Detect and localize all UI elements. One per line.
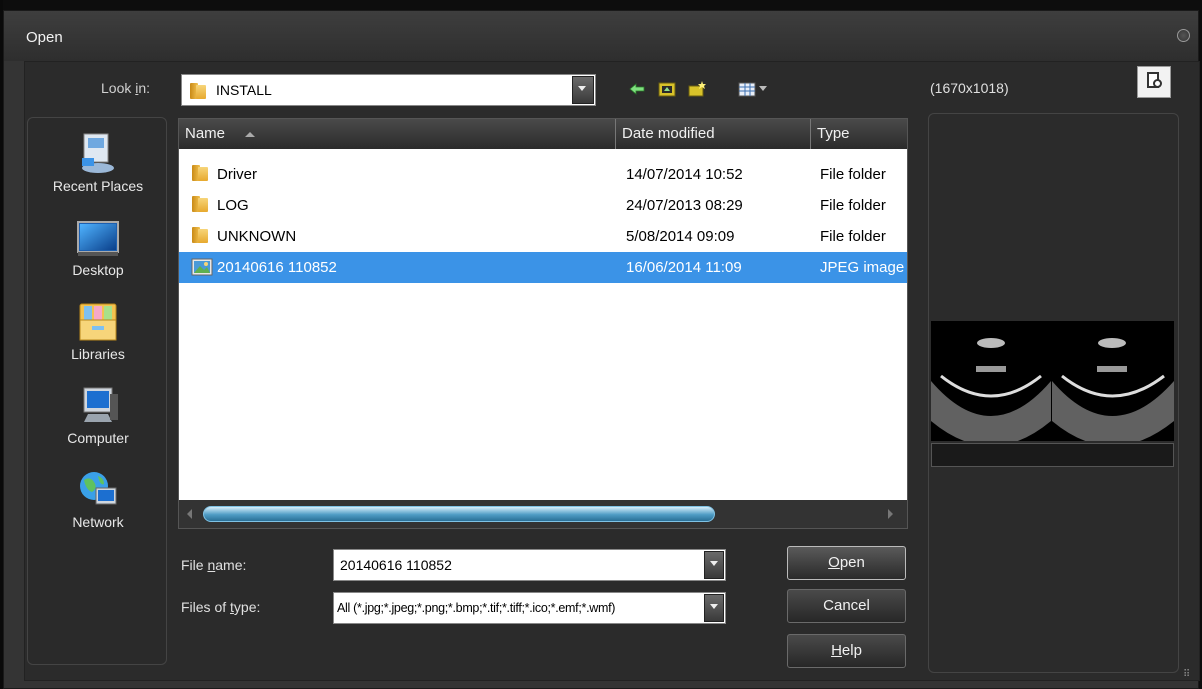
column-header-type[interactable]: Type [811, 119, 907, 149]
files-of-type-label: Files of type: [181, 599, 260, 615]
recent-places-icon [82, 133, 114, 173]
places-bar: Recent Places Desktop Libraries Computer [27, 117, 167, 665]
horizontal-scrollbar[interactable] [179, 500, 907, 528]
file-name-cell: UNKNOWN [217, 228, 297, 245]
column-header-date-modified[interactable]: Date modified [616, 119, 811, 149]
place-libraries[interactable]: Libraries [28, 300, 168, 362]
new-folder-icon[interactable] [687, 80, 707, 98]
label-text: File [181, 557, 208, 573]
place-network[interactable]: Network [28, 468, 168, 530]
file-type-cell: File folder [820, 228, 886, 245]
label-text: ype: [233, 599, 261, 615]
open-button[interactable]: Open [787, 546, 906, 580]
look-in-value: INSTALL [216, 82, 272, 98]
button-label: Cancel [823, 597, 870, 614]
folder-icon [190, 83, 208, 99]
place-label: Recent Places [52, 178, 144, 194]
network-icon [80, 472, 117, 505]
preview-status-strip [931, 443, 1174, 467]
file-name-value: 20140616 110852 [340, 557, 452, 573]
libraries-icon [79, 303, 117, 341]
place-label: Computer [67, 430, 129, 446]
file-row[interactable]: UNKNOWN 5/08/2014 09:09 File folder [179, 221, 907, 252]
column-header-label: Date modified [622, 125, 715, 142]
file-name-label: File name: [181, 557, 246, 573]
scrollbar-thumb[interactable] [203, 506, 715, 522]
title-bar[interactable]: Open [4, 11, 1198, 61]
file-type-cell: JPEG image [820, 259, 905, 276]
column-header-label: Name [185, 125, 226, 142]
files-of-type-value: All (*.jpg;*.jpeg;*.png;*.bmp;*.tif;*.ti… [337, 601, 616, 615]
desktop-icon [77, 221, 119, 256]
place-recent-places[interactable]: Recent Places [28, 132, 168, 194]
folder-icon [192, 165, 210, 181]
preview-dimensions: (1670x1018) [930, 80, 1009, 96]
file-date-cell: 14/07/2014 10:52 [626, 166, 743, 183]
place-computer[interactable]: Computer [28, 384, 168, 446]
look-in-label: Look in: [101, 80, 151, 96]
button-label: elp [841, 642, 862, 659]
column-header-name[interactable]: Name [179, 119, 616, 149]
up-folder-icon[interactable] [657, 80, 677, 98]
place-label: Desktop [72, 262, 124, 278]
resize-grip-icon[interactable]: ⠿ [1183, 670, 1196, 685]
preview-thumbnail [931, 321, 1174, 441]
mnemonic: H [831, 642, 842, 659]
help-button[interactable]: Help [787, 634, 906, 668]
mnemonic: O [828, 554, 840, 571]
chevron-down-icon[interactable] [704, 594, 724, 622]
computer-icon [83, 387, 118, 422]
folder-icon [192, 196, 210, 212]
button-label: pen [839, 554, 865, 571]
look-in-mnemonic: i [135, 80, 139, 96]
close-icon[interactable] [1177, 29, 1190, 42]
window-title: Open [26, 29, 63, 46]
jpeg-file-icon [191, 258, 213, 276]
file-list-header: Name Date modified Type [179, 119, 907, 149]
chevron-down-icon[interactable] [572, 76, 594, 104]
file-name-cell: Driver [217, 166, 257, 183]
place-label: Network [72, 514, 124, 530]
label-text: ame: [215, 557, 247, 573]
column-header-label: Type [817, 125, 850, 142]
file-type-cell: File folder [820, 197, 886, 214]
place-label: Libraries [71, 346, 125, 362]
scroll-right-icon[interactable] [888, 509, 893, 519]
file-name-cell: LOG [217, 197, 249, 214]
preview-toggle-button[interactable] [1137, 66, 1171, 98]
file-name-input[interactable]: 20140616 110852 [333, 549, 726, 581]
chevron-down-icon[interactable] [704, 551, 724, 579]
file-row-selected[interactable]: 20140616 110852 16/06/2014 11:09 JPEG im… [179, 252, 907, 283]
file-name-cell: 20140616 110852 [217, 259, 337, 276]
file-row[interactable]: LOG 24/07/2013 08:29 File folder [179, 190, 907, 221]
view-menu-icon[interactable] [737, 80, 775, 98]
scroll-left-icon[interactable] [187, 509, 192, 519]
files-of-type-dropdown[interactable]: All (*.jpg;*.jpeg;*.png;*.bmp;*.tif;*.ti… [333, 592, 726, 624]
magnifier-icon [1153, 79, 1162, 88]
file-date-cell: 24/07/2013 08:29 [626, 197, 743, 214]
folder-icon [192, 227, 210, 243]
file-list[interactable]: Name Date modified Type Driver 14/07/201… [178, 118, 908, 529]
file-date-cell: 5/08/2014 09:09 [626, 228, 735, 245]
look-in-dropdown[interactable]: INSTALL [181, 74, 596, 106]
cancel-button[interactable]: Cancel [787, 589, 906, 623]
back-arrow-icon[interactable] [627, 80, 647, 98]
file-type-cell: File folder [820, 166, 886, 183]
label-text: Files of [181, 599, 231, 615]
file-row[interactable]: Driver 14/07/2014 10:52 File folder [179, 159, 907, 190]
file-date-cell: 16/06/2014 11:09 [626, 259, 742, 276]
place-desktop[interactable]: Desktop [28, 216, 168, 278]
sort-ascending-icon [245, 131, 256, 137]
